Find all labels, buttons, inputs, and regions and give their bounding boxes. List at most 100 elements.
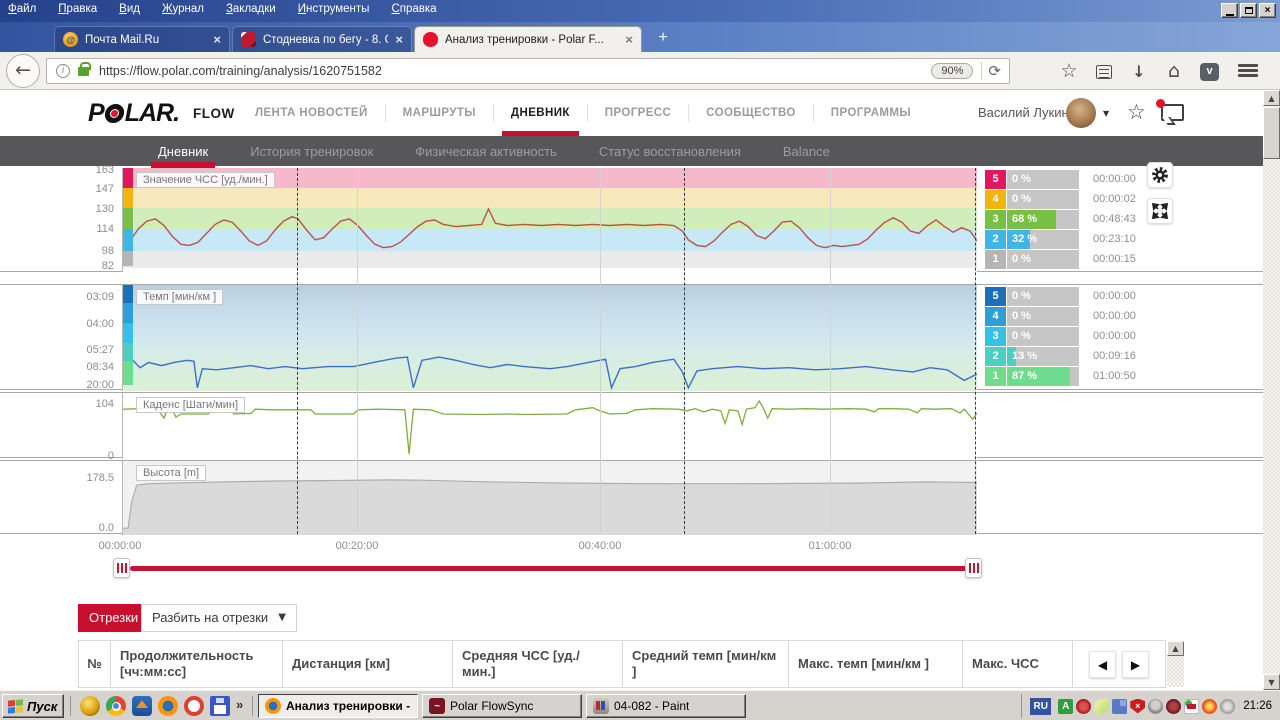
browser-scrollbar[interactable]: ▲ ▼: [1263, 90, 1280, 690]
menu-edit[interactable]: Правка: [58, 3, 97, 15]
tray-red-star-icon[interactable]: [1076, 699, 1091, 714]
tray-flowsync-icon[interactable]: [1184, 699, 1199, 714]
zoom-level-badge[interactable]: 90%: [931, 63, 973, 79]
subnav-training-history[interactable]: История тренировок: [250, 144, 373, 159]
tab-stodnevka[interactable]: Стодневка по бегу - 8. Ста... ×: [232, 26, 412, 52]
nav-programs[interactable]: ПРОГРАММЫ: [813, 104, 928, 122]
user-menu-caret-icon[interactable]: ▼: [1103, 109, 1109, 118]
bookmark-star-icon[interactable]: ☆: [1058, 61, 1080, 83]
task-button-paint[interactable]: 04-082 - Paint: [586, 694, 746, 718]
nav-diary[interactable]: ДНЕВНИК: [493, 104, 587, 122]
tab-polar-analysis[interactable]: Анализ тренировки - Polar F... ×: [414, 26, 642, 52]
new-tab-button[interactable]: +: [650, 28, 676, 50]
tab-close-icon[interactable]: ×: [625, 32, 633, 47]
tray-security-shield-icon[interactable]: ×: [1130, 699, 1145, 714]
tab-close-icon[interactable]: ×: [213, 32, 221, 47]
https-lock-icon[interactable]: [78, 67, 89, 76]
close-button[interactable]: ×: [1259, 3, 1276, 18]
downloads-icon[interactable]: ↓: [1128, 61, 1150, 83]
quicklaunch-opera-icon[interactable]: [184, 696, 204, 716]
hr-zone-color-strip: [123, 168, 133, 266]
tab-close-icon[interactable]: ×: [395, 32, 403, 47]
url-bar[interactable]: i https://flow.polar.com/training/analys…: [46, 58, 1010, 84]
altitude-plot-area[interactable]: Высота [m]: [122, 461, 977, 535]
zone-time: 00:00:00: [1093, 307, 1136, 326]
zone-bar: 0 %: [1007, 287, 1079, 306]
menu-help[interactable]: Справка: [391, 3, 436, 15]
subnav-physical-activity[interactable]: Физическая активность: [415, 144, 557, 159]
cadence-plot-area[interactable]: Каденс [Шаги/мин]: [122, 393, 977, 459]
tray-green-a-icon[interactable]: A: [1058, 699, 1073, 714]
user-name[interactable]: Василий Лукин: [978, 105, 1069, 120]
menu-view[interactable]: Вид: [119, 3, 140, 15]
range-slider-handle-left[interactable]: [113, 558, 130, 578]
cadence-chart[interactable]: 104 0 Каденс [Шаги/мин]: [0, 392, 1264, 458]
reload-button[interactable]: ⟳: [988, 62, 1001, 80]
range-slider-track[interactable]: [130, 566, 970, 571]
quicklaunch-app2-icon[interactable]: [132, 696, 152, 716]
scrollbar-thumb[interactable]: [1263, 107, 1280, 159]
nav-feed[interactable]: ЛЕНТА НОВОСТЕЙ: [238, 104, 385, 122]
table-scroll-up-icon[interactable]: ▲: [1167, 641, 1184, 656]
tray-red-disc-icon[interactable]: [1166, 699, 1181, 714]
tray-webcam-icon[interactable]: [1148, 699, 1163, 714]
tray-leaf-icon[interactable]: [1094, 699, 1109, 714]
nav-routes[interactable]: МАРШРУТЫ: [385, 104, 493, 122]
zone-time: 00:23:10: [1093, 230, 1136, 249]
quicklaunch-app-icon[interactable]: [80, 696, 100, 716]
menu-tools[interactable]: Инструменты: [298, 3, 370, 15]
bookmarks-menu-icon[interactable]: [1096, 65, 1112, 79]
menu-history[interactable]: Журнал: [162, 3, 204, 15]
page-info-icon[interactable]: i: [56, 64, 70, 78]
quicklaunch-overflow-chevron[interactable]: »: [236, 697, 243, 712]
altitude-chart[interactable]: 178.5 0.0 Высота [m]: [0, 460, 1264, 534]
next-page-button[interactable]: ▶: [1122, 651, 1149, 678]
minimize-button[interactable]: [1221, 3, 1238, 18]
task-button-flowsync[interactable]: ~ Polar FlowSync: [422, 694, 582, 718]
zone-number: 4: [985, 190, 1006, 209]
subnav-recovery-status[interactable]: Статус восстановления: [599, 144, 741, 159]
tab-mail-ru[interactable]: @ Почта Mail.Ru ×: [54, 26, 230, 52]
prev-page-button[interactable]: ◀: [1089, 651, 1116, 678]
task-button-firefox[interactable]: Анализ тренировки - ...: [258, 694, 418, 718]
subnav-balance[interactable]: Balance: [783, 144, 830, 159]
hr-plot-area[interactable]: Значение ЧСС [уд./мин.]: [122, 168, 977, 272]
home-icon[interactable]: ⌂: [1163, 61, 1185, 83]
split-into-segments-dropdown[interactable]: Разбить на отрезки ▼: [141, 604, 297, 632]
menu-bookmarks[interactable]: Закладки: [226, 3, 276, 15]
pace-plot-area[interactable]: Темп [мин/км ]: [122, 285, 977, 391]
restore-button[interactable]: [1240, 3, 1257, 18]
tray-orange-ring-icon[interactable]: [1202, 699, 1217, 714]
divider: [70, 696, 71, 716]
nav-progress[interactable]: ПРОГРЕСС: [587, 104, 688, 122]
chart-fullscreen-button[interactable]: [1147, 198, 1173, 224]
avatar[interactable]: [1066, 98, 1096, 128]
favorites-star-icon[interactable]: ☆: [1127, 100, 1146, 124]
tab-bar: @ Почта Mail.Ru × Стодневка по бегу - 8.…: [0, 22, 1280, 52]
scroll-down-icon[interactable]: ▼: [1263, 674, 1280, 690]
pocket-icon[interactable]: v: [1200, 63, 1219, 81]
nav-community[interactable]: СООБЩЕСТВО: [688, 104, 813, 122]
language-indicator[interactable]: RU: [1030, 698, 1051, 715]
chart-settings-button[interactable]: [1147, 162, 1173, 188]
start-button[interactable]: Пуск: [2, 694, 64, 718]
range-slider-handle-right[interactable]: [965, 558, 982, 578]
hamburger-menu-icon[interactable]: [1238, 64, 1258, 80]
quicklaunch-firefox-icon[interactable]: [158, 696, 178, 716]
table-scrollbar[interactable]: ▲: [1167, 641, 1184, 687]
scroll-up-icon[interactable]: ▲: [1263, 90, 1280, 106]
quicklaunch-chrome-icon[interactable]: [106, 696, 126, 716]
url-text[interactable]: https://flow.polar.com/training/analysis…: [99, 64, 931, 78]
notifications-icon[interactable]: [1161, 104, 1184, 121]
polar-logo[interactable]: P LAR.: [88, 99, 179, 128]
menu-file[interactable]: Файл: [8, 3, 36, 15]
quicklaunch-save-icon[interactable]: [210, 696, 230, 716]
col-max-pace: Макс. темп [мин/км ]: [789, 641, 963, 687]
running-site-favicon-icon: [241, 32, 256, 47]
tray-gray-icon[interactable]: [1220, 699, 1235, 714]
start-label: Пуск: [27, 699, 57, 714]
subnav-diary[interactable]: Дневник: [158, 144, 208, 159]
segments-button[interactable]: Отрезки: [78, 604, 149, 632]
back-button[interactable]: ←: [6, 54, 40, 88]
tray-puzzle-icon[interactable]: [1112, 699, 1127, 714]
